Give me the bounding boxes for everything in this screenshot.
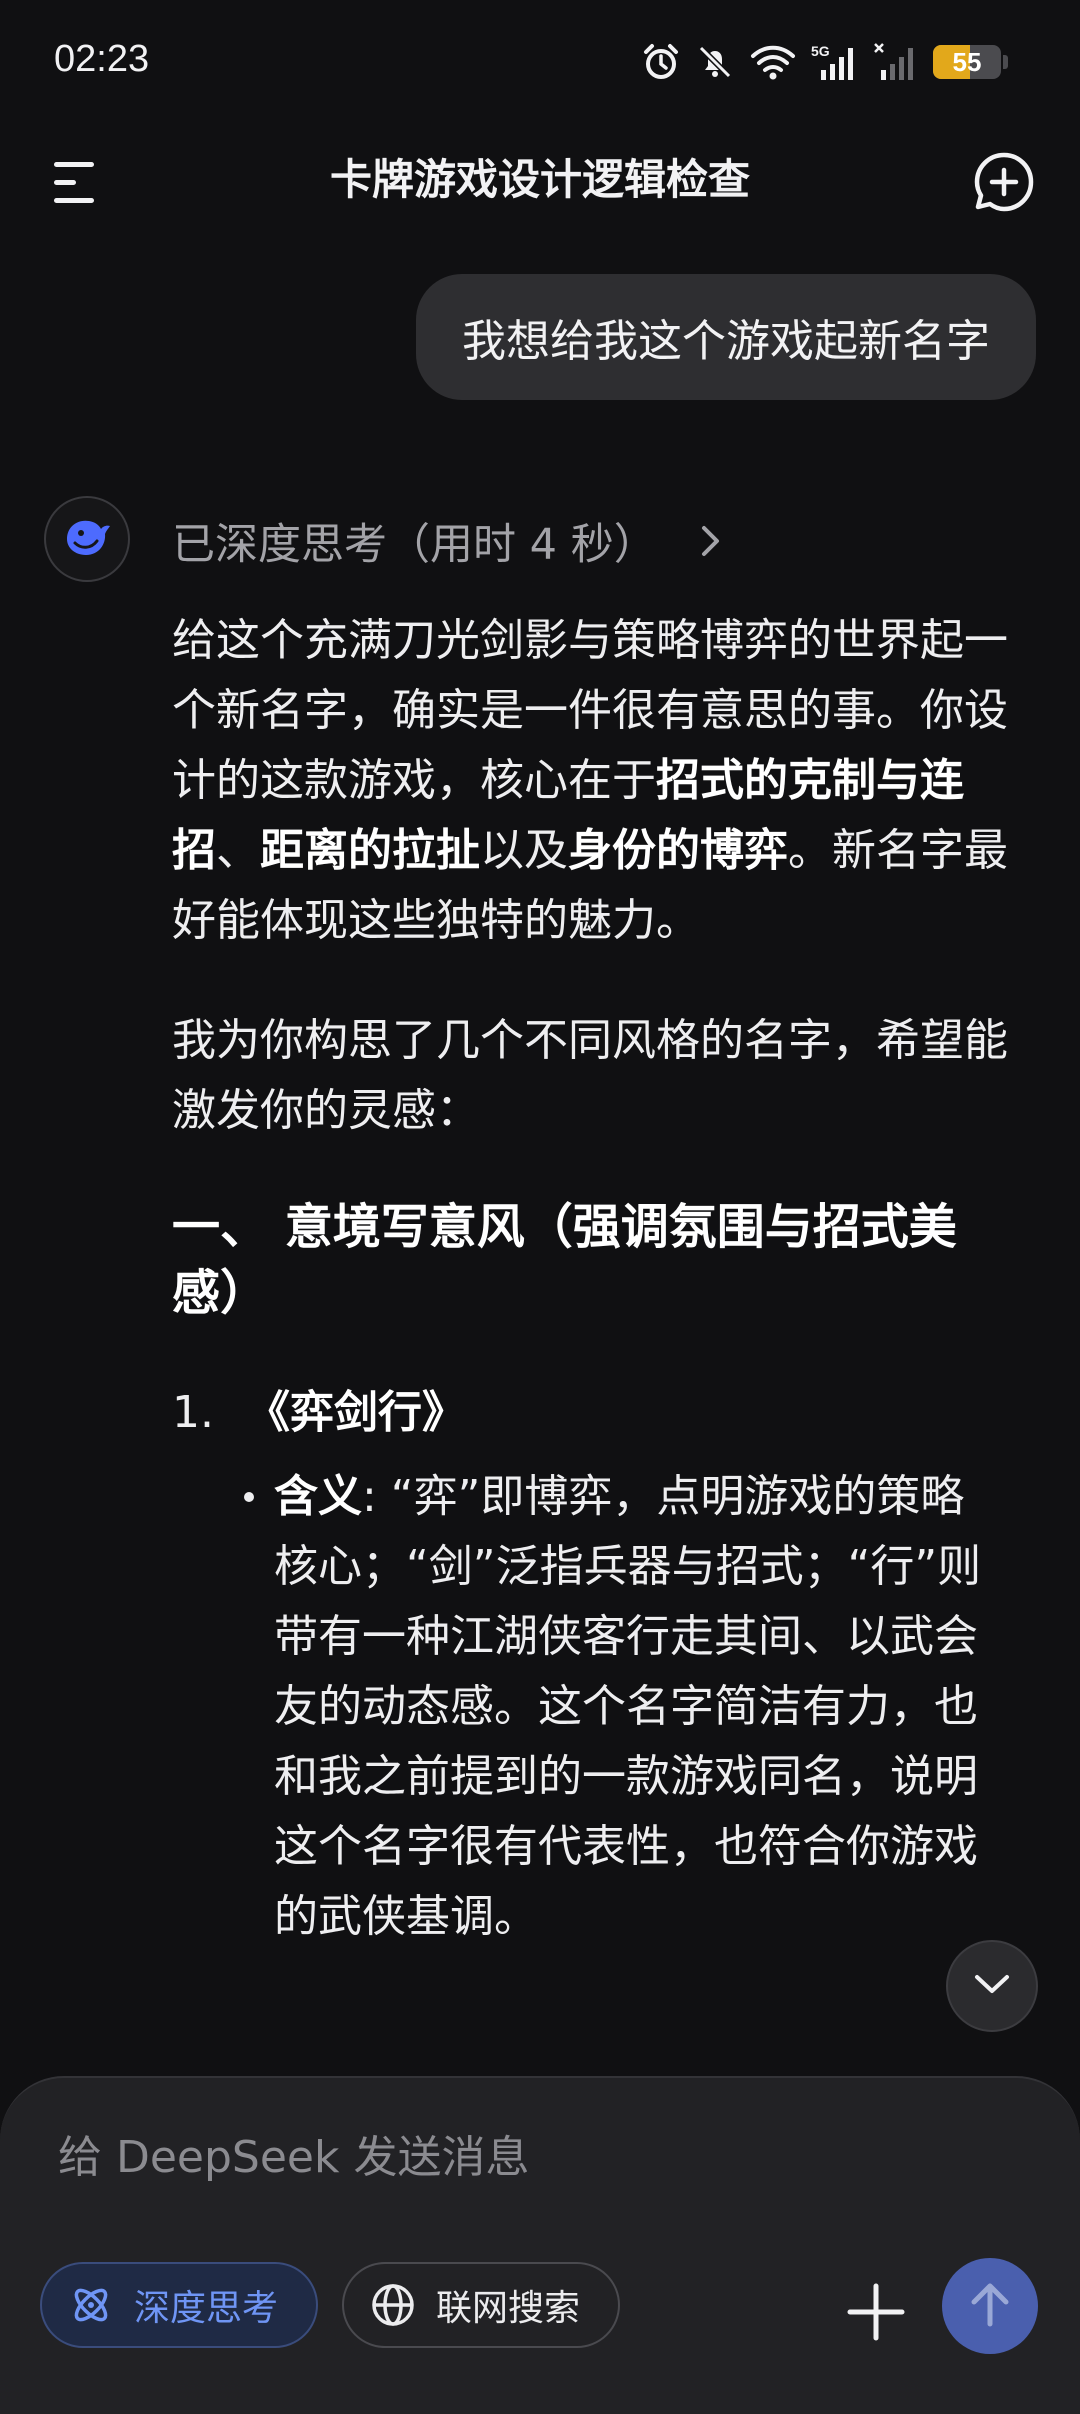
new-chat-icon [972,152,1036,218]
chevron-down-icon [972,1971,1012,2001]
deepseek-whale-icon [59,509,115,569]
status-icons: 5G 55 [641,40,1008,84]
user-message-text: 我想给我这个游戏起新名字 [462,316,990,367]
answer-paragraph: 我为你构思了几个不同风格的名字，希望能激发你的灵感： [172,1015,1008,1136]
new-chat-button[interactable] [972,150,1036,214]
arrow-up-icon [966,2278,1014,2334]
answer-text: 、 [216,825,260,876]
list-item-title: 《弈剑行》 [246,1387,466,1438]
chevron-right-icon [699,523,723,559]
list-item: 1. 《弈剑行》 [172,1378,1008,1448]
bullet-text: : “弈”即博弈，点明游戏的策略核心；“剑”泛指兵器与招式；“行”则带有一种江湖… [274,1471,982,1942]
bullet-label: 含义 [274,1471,362,1522]
think-status-toggle[interactable]: 已深度思考（用时 4 秒） [172,508,723,574]
signal-5g-icon: 5G [811,42,859,82]
atom-icon [68,2282,114,2328]
deep-think-toggle[interactable]: 深度思考 [40,2262,318,2348]
ai-avatar [44,496,130,582]
alarm-icon [641,42,681,82]
web-search-label: 联网搜索 [436,2288,581,2329]
message-composer: 深度思考 联网搜索 [0,2076,1080,2414]
answer-bold: 距离的拉扯 [260,825,480,876]
attach-button[interactable] [840,2276,912,2348]
list-number: 1. [172,1387,214,1438]
signal-icon [873,42,919,82]
answer-text: 以及 [480,825,568,876]
answer-bold: 身份的博弈 [568,825,788,876]
menu-button[interactable] [40,156,112,210]
status-time: 02:23 [54,38,150,80]
message-input[interactable] [56,2118,960,2196]
page-title: 卡牌游戏设计逻辑检查 [329,155,750,204]
plus-icon [840,2283,912,2352]
scroll-to-bottom-button[interactable] [946,1940,1038,2032]
deep-think-label: 深度思考 [134,2288,279,2329]
battery: 55 [933,45,1001,79]
battery-level: 55 [952,46,982,77]
answer-paragraph: 给这个充满刀光剑影与策略博弈的世界起一个新名字，确实是一件很有意思的事。你设计的… [172,606,1008,956]
mute-icon [695,42,735,82]
app-header: 卡牌游戏设计逻辑检查 [0,120,1080,240]
status-bar: 02:23 5G 55 [0,0,1080,120]
bullet-item: 含义: “弈”即博弈，点明游戏的策略核心；“剑”泛指兵器与招式；“行”则带有一种… [238,1462,1008,1952]
user-message-bubble: 我想给我这个游戏起新名字 [416,274,1036,400]
section-heading: 一、 意境写意风（强调氛围与招式美感） [172,1199,957,1321]
ai-answer: 给这个充满刀光剑影与策略博弈的世界起一个新名字，确实是一件很有意思的事。你设计的… [172,606,1008,1952]
web-search-toggle[interactable]: 联网搜索 [342,2262,620,2348]
battery-icon: 55 [933,45,1008,79]
globe-icon [370,2282,416,2328]
send-button[interactable] [942,2258,1038,2354]
svg-text:5G: 5G [811,43,830,59]
think-status-text: 已深度思考（用时 4 秒） [172,520,657,570]
wifi-icon [749,42,797,82]
